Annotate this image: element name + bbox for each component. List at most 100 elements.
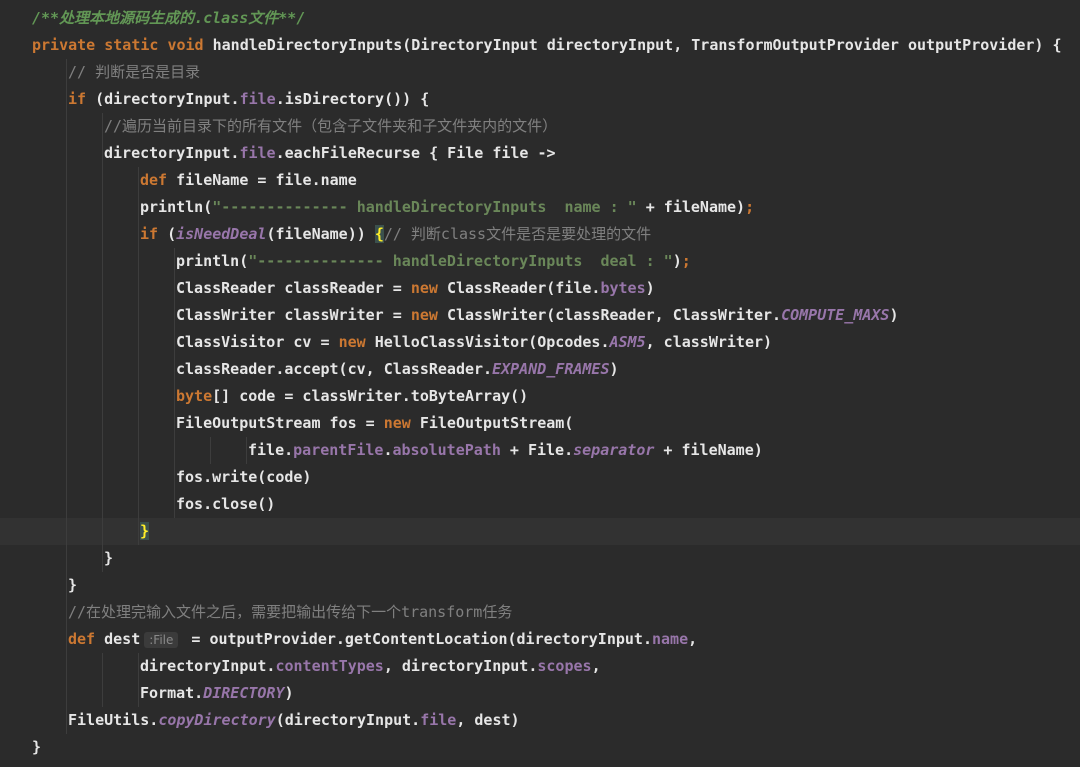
code-token: , — [688, 630, 698, 648]
code-token: ClassWriter(classReader, ClassWriter. — [446, 306, 782, 324]
indent-guide — [138, 437, 139, 464]
indent-guide — [138, 653, 139, 680]
code-line[interactable]: if (isNeedDeal(fileName)) {// 判断class文件是… — [0, 221, 1080, 248]
indent-guide — [66, 572, 67, 599]
code-token: HelloClassVisitor(Opcodes. — [374, 333, 610, 351]
code-line[interactable]: directoryInput.contentTypes, directoryIn… — [0, 653, 1080, 680]
code-token: + fileName) — [636, 198, 746, 216]
code-line[interactable]: println("-------------- handleDirectoryI… — [0, 194, 1080, 221]
code-text: fos.close() — [176, 491, 275, 518]
code-token: separator — [573, 441, 655, 459]
code-line[interactable]: Format.DIRECTORY) — [0, 680, 1080, 707]
code-line[interactable]: FileOutputStream fos = new FileOutputStr… — [0, 410, 1080, 437]
code-line[interactable]: // 判断是否是目录 — [0, 59, 1080, 86]
code-editor[interactable]: /**处理本地源码生成的.class文件**/ private static vo… — [0, 0, 1080, 767]
indent-guide — [66, 167, 67, 194]
code-token: new — [338, 333, 375, 351]
code-token: contentTypes — [275, 657, 384, 675]
code-line[interactable]: ClassReader classReader = new ClassReade… — [0, 275, 1080, 302]
indent-guide — [138, 518, 139, 545]
code-line[interactable]: file.parentFile.absolutePath + File.sepa… — [0, 437, 1080, 464]
code-line[interactable]: ClassVisitor cv = new HelloClassVisitor(… — [0, 329, 1080, 356]
code-token: , classWriter) — [645, 333, 773, 351]
code-token: , — [591, 657, 601, 675]
code-line[interactable]: } — [0, 518, 1080, 545]
code-token: Format. — [140, 684, 204, 702]
code-text: /**处理本地源码生成的.class文件**/ — [32, 5, 305, 32]
code-line[interactable]: println("-------------- handleDirectoryI… — [0, 248, 1080, 275]
code-token: new — [410, 306, 447, 324]
code-token: file — [239, 90, 276, 108]
code-line[interactable]: def fileName = file.name — [0, 167, 1080, 194]
code-token: ClassVisitor cv = — [176, 333, 339, 351]
code-token: } — [68, 576, 78, 594]
indent-guide — [138, 221, 139, 248]
code-line[interactable]: /**处理本地源码生成的.class文件**/ — [0, 5, 1080, 32]
code-text: classReader.accept(cv, ClassReader.EXPAN… — [176, 356, 619, 383]
code-line[interactable]: } — [0, 734, 1080, 761]
indent-guide — [102, 491, 103, 518]
code-line[interactable]: FileUtils.copyDirectory(directoryInput.f… — [0, 707, 1080, 734]
code-text: } — [104, 545, 113, 572]
code-token: ( — [167, 225, 177, 243]
code-token: + File. — [500, 441, 574, 459]
indent-guide — [66, 329, 67, 356]
code-token: directoryInput. — [104, 144, 240, 162]
code-token: ClassReader classReader = — [176, 279, 411, 297]
code-text: if (isNeedDeal(fileName)) {// 判断class文件是… — [140, 221, 651, 248]
code-line[interactable]: //遍历当前目录下的所有文件（包含子文件夹和子文件夹内的文件） — [0, 113, 1080, 140]
indent-guide — [66, 59, 67, 86]
code-line[interactable]: } — [0, 545, 1080, 572]
indent-guide — [102, 167, 103, 194]
code-text: println("-------------- handleDirectoryI… — [140, 194, 754, 221]
code-token: "-------------- handleDirectoryInputs na… — [212, 198, 637, 216]
indent-guide — [246, 437, 247, 464]
indent-guide — [66, 599, 67, 626]
indent-guide — [102, 113, 103, 140]
code-token: def — [140, 171, 177, 189]
code-token: = outputProvider.getContentLocation(dire… — [182, 630, 652, 648]
code-line[interactable]: directoryInput.file.eachFileRecurse { Fi… — [0, 140, 1080, 167]
code-token: handleDirectoryInputs(DirectoryInput dir… — [212, 36, 1062, 54]
code-line[interactable]: private static void handleDirectoryInput… — [0, 32, 1080, 59]
code-token: new — [383, 414, 420, 432]
indent-guide — [102, 410, 103, 437]
code-token: file — [420, 711, 457, 729]
code-line[interactable]: byte[] code = classWriter.toByteArray() — [0, 383, 1080, 410]
code-token: absolutePath — [392, 441, 501, 459]
indent-guide — [102, 140, 103, 167]
code-token: ) — [889, 306, 899, 324]
indent-guide — [174, 356, 175, 383]
indent-guide — [66, 626, 67, 653]
indent-guide — [102, 248, 103, 275]
code-line[interactable]: fos.write(code) — [0, 464, 1080, 491]
indent-guide — [102, 329, 103, 356]
code-token: ASM5 — [609, 333, 646, 351]
code-line[interactable]: if (directoryInput.file.isDirectory()) { — [0, 86, 1080, 113]
code-line[interactable]: //在处理完输入文件之后，需要把输出传给下一个transform任务 — [0, 599, 1080, 626]
code-text: } — [68, 572, 77, 599]
indent-guide — [102, 275, 103, 302]
indent-guide — [138, 410, 139, 437]
indent-guide — [174, 491, 175, 518]
code-token: FileUtils. — [68, 711, 159, 729]
code-token: directoryInput. — [140, 657, 276, 675]
code-text: ClassReader classReader = new ClassReade… — [176, 275, 655, 302]
code-text: //遍历当前目录下的所有文件（包含子文件夹和子文件夹内的文件） — [104, 113, 557, 140]
code-line[interactable]: def dest:File = outputProvider.getConten… — [0, 626, 1080, 653]
code-line[interactable]: ClassWriter classWriter = new ClassWrite… — [0, 302, 1080, 329]
indent-guide — [102, 653, 103, 680]
indent-guide — [66, 653, 67, 680]
code-token: { — [374, 225, 384, 243]
code-line[interactable]: classReader.accept(cv, ClassReader.EXPAN… — [0, 356, 1080, 383]
code-token: ClassWriter classWriter = — [176, 306, 411, 324]
code-token: ) — [645, 279, 655, 297]
indent-guide — [66, 221, 67, 248]
code-token: classReader.accept(cv, ClassReader. — [176, 360, 493, 378]
code-line[interactable]: } — [0, 572, 1080, 599]
indent-guide — [66, 194, 67, 221]
code-token: parentFile — [293, 441, 384, 459]
code-line[interactable]: fos.close() — [0, 491, 1080, 518]
indent-guide — [66, 518, 67, 545]
indent-guide — [102, 518, 103, 545]
